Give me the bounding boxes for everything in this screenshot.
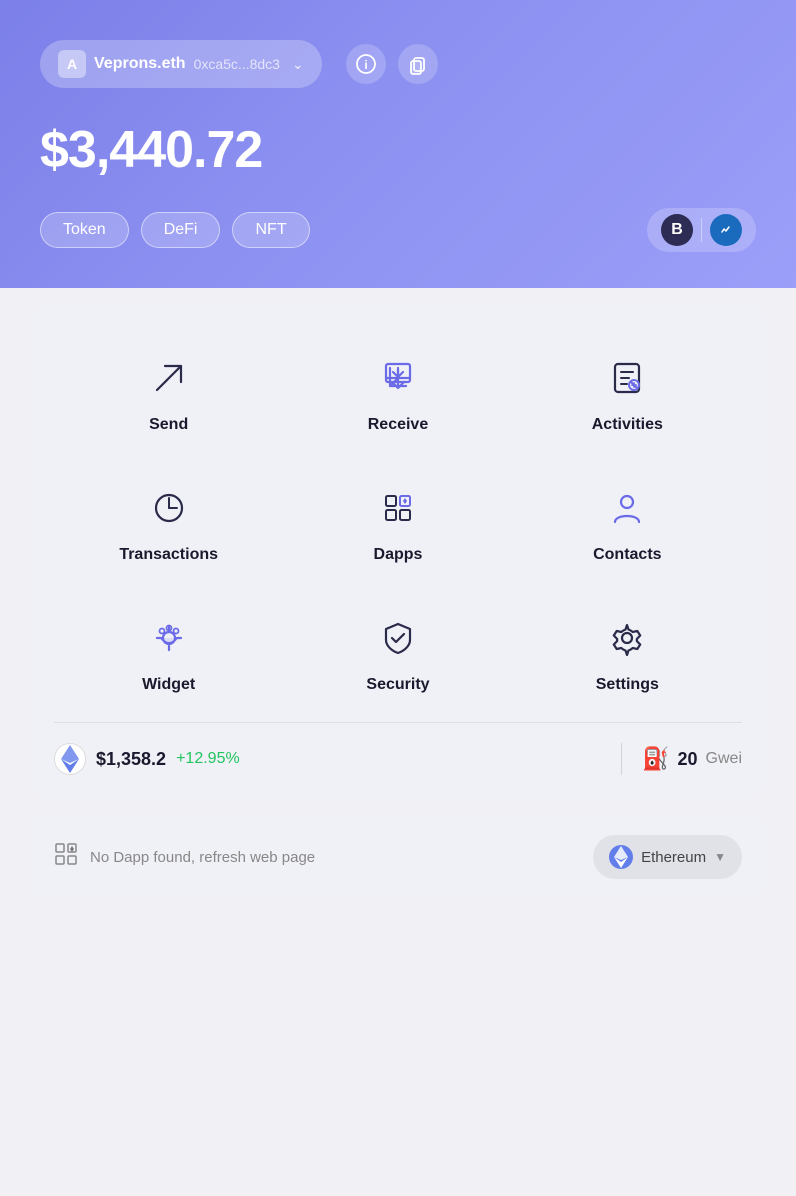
action-settings[interactable]: Settings bbox=[513, 596, 742, 710]
action-security[interactable]: Security bbox=[283, 596, 512, 710]
network-selector[interactable]: Ethereum ▼ bbox=[593, 835, 742, 879]
tab-token[interactable]: Token bbox=[40, 212, 129, 248]
tab-nft[interactable]: NFT bbox=[232, 212, 309, 248]
receive-icon bbox=[372, 352, 424, 404]
main-card: Send Receive bbox=[30, 304, 766, 799]
address-bar: A Veprons.eth 0xca5c...8dc3 ⌄ i bbox=[40, 40, 756, 88]
widget-icon bbox=[143, 612, 195, 664]
action-widget[interactable]: Widget bbox=[54, 596, 283, 710]
tabs-row: Token DeFi NFT B bbox=[40, 208, 756, 252]
ethereum-icon bbox=[609, 845, 633, 869]
action-send[interactable]: Send bbox=[54, 336, 283, 450]
contacts-icon bbox=[601, 482, 653, 534]
transactions-label: Transactions bbox=[119, 546, 218, 564]
receive-label: Receive bbox=[368, 416, 429, 434]
security-label: Security bbox=[366, 676, 429, 694]
brand-divider bbox=[701, 218, 702, 242]
wallet-name: Veprons.eth bbox=[94, 55, 186, 73]
brand-logo-b: B bbox=[661, 214, 693, 246]
action-contacts[interactable]: Contacts bbox=[513, 466, 742, 580]
brand-logo-chart bbox=[710, 214, 742, 246]
brand-logos: B bbox=[647, 208, 756, 252]
eth-price-section: $1,358.2 +12.95% bbox=[54, 743, 601, 775]
gas-section: ⛽ 20 Gwei bbox=[642, 746, 742, 772]
chevron-down-icon: ⌄ bbox=[292, 56, 304, 73]
address-pill[interactable]: A Veprons.eth 0xca5c...8dc3 ⌄ bbox=[40, 40, 322, 88]
no-dapp-text: No Dapp found, refresh web page bbox=[90, 849, 315, 866]
dapps-icon bbox=[372, 482, 424, 534]
tab-defi[interactable]: DeFi bbox=[141, 212, 221, 248]
action-activities[interactable]: Activities bbox=[513, 336, 742, 450]
action-transactions[interactable]: Transactions bbox=[54, 466, 283, 580]
wallet-address: 0xca5c...8dc3 bbox=[194, 56, 280, 72]
header-section: A Veprons.eth 0xca5c...8dc3 ⌄ i $3,440.7… bbox=[0, 0, 796, 288]
dapp-bar: No Dapp found, refresh web page Ethereum… bbox=[30, 815, 766, 899]
copy-button[interactable] bbox=[398, 44, 438, 84]
info-button[interactable]: i bbox=[346, 44, 386, 84]
svg-text:i: i bbox=[364, 58, 367, 72]
eth-logo bbox=[54, 743, 86, 775]
contacts-label: Contacts bbox=[593, 546, 661, 564]
transactions-icon bbox=[143, 482, 195, 534]
eth-change: +12.95% bbox=[176, 750, 240, 768]
settings-icon bbox=[601, 612, 653, 664]
activities-icon bbox=[601, 352, 653, 404]
network-label: Ethereum bbox=[641, 849, 706, 866]
dapps-grid-icon bbox=[54, 842, 78, 872]
action-dapps[interactable]: Dapps bbox=[283, 466, 512, 580]
widget-label: Widget bbox=[142, 676, 195, 694]
actions-grid: Send Receive bbox=[54, 336, 742, 710]
ticker-bar: $1,358.2 +12.95% ⛽ 20 Gwei bbox=[54, 722, 742, 775]
activities-label: Activities bbox=[592, 416, 663, 434]
eth-price: $1,358.2 bbox=[96, 749, 166, 770]
dapps-label: Dapps bbox=[374, 546, 423, 564]
wallet-avatar: A bbox=[58, 50, 86, 78]
asset-tabs: Token DeFi NFT bbox=[40, 212, 310, 248]
send-label: Send bbox=[149, 416, 188, 434]
action-receive[interactable]: Receive bbox=[283, 336, 512, 450]
settings-label: Settings bbox=[596, 676, 659, 694]
wallet-balance: $3,440.72 bbox=[40, 120, 756, 180]
gas-pump-icon: ⛽ bbox=[642, 746, 669, 772]
gas-value: 20 bbox=[678, 749, 698, 770]
gas-unit: Gwei bbox=[706, 750, 742, 768]
ticker-divider bbox=[621, 743, 622, 775]
security-icon bbox=[372, 612, 424, 664]
send-icon bbox=[143, 352, 195, 404]
header-actions: i bbox=[346, 44, 438, 84]
dapp-left: No Dapp found, refresh web page bbox=[54, 842, 315, 872]
network-chevron-icon: ▼ bbox=[714, 850, 726, 864]
